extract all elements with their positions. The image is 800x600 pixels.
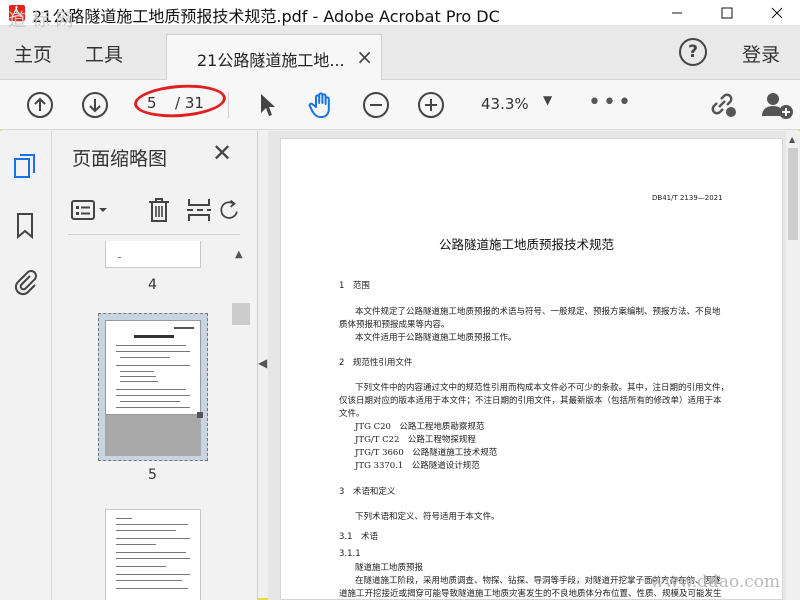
zoom-select[interactable]: 43.3% ▼ bbox=[473, 92, 563, 118]
share-link-icon[interactable] bbox=[706, 88, 740, 122]
doc-line: 2 规范性引用文件 bbox=[339, 358, 413, 368]
document-tab-label: 21公路隧道施工地... bbox=[197, 51, 345, 70]
thumbnail-page-4[interactable] bbox=[105, 241, 201, 268]
title-bar: 21公路隧道施工地质预报技术规范.pdf - Adobe Acrobat Pro… bbox=[0, 0, 800, 26]
doc-line: JTG/T C22 公路工程物探规程 bbox=[355, 435, 476, 445]
toolbar: 5 / 31 43.3% ▼ ••• bbox=[0, 80, 800, 130]
doc-line: 3 术语和定义 bbox=[339, 487, 396, 497]
tab-tools[interactable]: 工具 bbox=[85, 40, 123, 67]
rotate-page-icon[interactable] bbox=[218, 195, 240, 225]
doc-line: JTG/T 3660 公路隧道施工技术规范 bbox=[355, 448, 498, 458]
attachment-icon[interactable] bbox=[10, 267, 40, 297]
doc-number: DB41/T 2139—2021 bbox=[652, 194, 723, 202]
thumbnail-options-icon[interactable] bbox=[70, 195, 110, 225]
doc-line: 下列文件中的内容通过文中的规范性引用而构成本文件必不可少的条款。其中，注日期的引… bbox=[355, 383, 730, 393]
doc-line: 3.1 术语 bbox=[339, 532, 379, 542]
watermark-bottom-right: www.ddao.com bbox=[650, 572, 781, 592]
bookmark-icon[interactable] bbox=[10, 211, 40, 241]
doc-line: 本文件规定了公路隧道施工地质预报的术语与符号、一般规定、预报方案编制、预报方法、… bbox=[355, 307, 721, 317]
thumbnail-list: 4 5 bbox=[68, 241, 230, 600]
panel-toolbar bbox=[68, 183, 240, 235]
scroll-up-icon[interactable]: ▲ bbox=[235, 249, 243, 260]
doc-line: 3.1.1 bbox=[339, 549, 361, 559]
document-scrollbar-thumb[interactable] bbox=[788, 148, 798, 240]
thumbnail-page-5-selected[interactable] bbox=[98, 313, 208, 461]
more-tools-icon[interactable]: ••• bbox=[588, 90, 633, 115]
doc-line: 下列术语和定义、符号适用于本文件。 bbox=[355, 512, 500, 522]
tab-bar: 主页 工具 21公路隧道施工地... × ? 登录 bbox=[0, 26, 800, 80]
close-panel-icon[interactable]: ✕ bbox=[212, 139, 232, 167]
watermark-top-left: 道 标 网 bbox=[8, 10, 74, 31]
scroll-up-icon[interactable]: ▲ bbox=[789, 135, 795, 144]
thumbnail-scrollbar-thumb[interactable] bbox=[232, 303, 250, 325]
doc-line: JTG 3370.1 公路隧道设计规范 bbox=[355, 461, 480, 471]
doc-line: 1 范围 bbox=[339, 281, 370, 291]
login-button[interactable]: 登录 bbox=[742, 40, 780, 67]
thumbnail-page-6[interactable] bbox=[105, 509, 201, 600]
next-page-icon[interactable] bbox=[78, 88, 112, 122]
doc-line: 文件。 bbox=[339, 409, 365, 419]
doc-line: 仅该日期对应的版本适用于本文件；不注日期的引用文件，其最新版本（包括所有的修改单… bbox=[339, 396, 722, 406]
maximize-button[interactable] bbox=[704, 0, 750, 26]
thumbnail-label-4: 4 bbox=[148, 277, 157, 293]
page-thumbnails-icon[interactable] bbox=[10, 151, 40, 181]
doc-title: 公路隧道施工地质预报技术规范 bbox=[439, 237, 615, 252]
previous-page-icon[interactable] bbox=[23, 88, 57, 122]
insert-page-icon[interactable] bbox=[184, 195, 214, 225]
zoom-out-icon[interactable] bbox=[359, 88, 393, 122]
thumbnail-label-5: 5 bbox=[148, 467, 157, 483]
tab-document[interactable]: 21公路隧道施工地... × bbox=[166, 34, 382, 80]
tab-home[interactable]: 主页 bbox=[14, 40, 52, 67]
doc-line: 本文件适用于公路隧道施工地质预报工作。 bbox=[355, 333, 517, 343]
doc-line: 隧道施工地质预报 bbox=[355, 563, 424, 573]
chevron-down-icon: ▼ bbox=[543, 93, 553, 107]
doc-line: JTG C20 公路工程地质勘察规范 bbox=[355, 422, 485, 432]
help-icon[interactable]: ? bbox=[679, 38, 707, 66]
close-window-button[interactable] bbox=[754, 0, 800, 26]
zoom-value: 43.3% bbox=[481, 95, 529, 113]
document-page: DB41/T 2139—2021 公路隧道施工地质预报技术规范 1 范围 本文件… bbox=[280, 138, 783, 600]
select-cursor-icon[interactable] bbox=[250, 88, 284, 122]
panel-title: 页面缩略图 bbox=[72, 148, 168, 170]
minimize-button[interactable] bbox=[654, 0, 700, 26]
thumbnail-panel: 页面缩略图 ✕ 4 5 ▲ bbox=[52, 131, 258, 600]
zoom-in-icon[interactable] bbox=[414, 88, 448, 122]
window-title: 21公路隧道施工地质预报技术规范.pdf - Adobe Acrobat Pro… bbox=[32, 7, 500, 26]
left-rail bbox=[0, 131, 52, 600]
hand-tool-icon[interactable] bbox=[305, 88, 339, 122]
add-user-icon[interactable] bbox=[760, 88, 794, 122]
thumbnail-scrollbar[interactable]: ▲ bbox=[232, 241, 250, 600]
doc-line: 质体预报和预报成果等内容。 bbox=[339, 320, 450, 330]
toolbar-divider bbox=[228, 92, 229, 118]
close-tab-icon[interactable]: × bbox=[356, 45, 373, 69]
collapse-panel-icon[interactable]: ◀ bbox=[258, 356, 267, 370]
delete-page-icon[interactable] bbox=[144, 195, 174, 225]
